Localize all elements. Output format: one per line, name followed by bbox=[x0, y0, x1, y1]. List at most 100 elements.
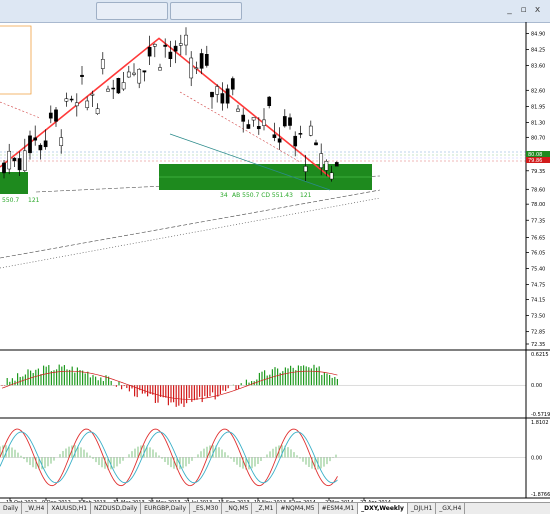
candle-body bbox=[319, 153, 324, 168]
window-tab-2[interactable] bbox=[170, 2, 242, 20]
price-tick-label: 77.35 bbox=[531, 218, 545, 224]
chart-tab[interactable]: #NQM4,M5 bbox=[277, 503, 319, 514]
price-tick-label: 81.95 bbox=[531, 104, 545, 110]
candle-body bbox=[210, 91, 214, 98]
price-tick-label: 81.30 bbox=[531, 121, 545, 127]
candle-body bbox=[43, 140, 48, 148]
candle-body bbox=[236, 108, 240, 112]
osc-tick-label: 0.00 bbox=[531, 455, 542, 461]
candle-body bbox=[163, 44, 168, 47]
candle-body bbox=[168, 51, 173, 60]
candle-body bbox=[288, 117, 292, 126]
candle-body bbox=[59, 137, 64, 146]
candle-body bbox=[48, 112, 53, 119]
chart-tab[interactable]: _Z,M1 bbox=[252, 503, 278, 514]
price-tick-label: 79.35 bbox=[531, 169, 545, 175]
close-button[interactable]: x bbox=[532, 5, 543, 15]
candle-body bbox=[178, 43, 183, 46]
candle-body bbox=[246, 124, 251, 129]
window-tab-1[interactable] bbox=[96, 2, 168, 20]
candle-body bbox=[152, 43, 157, 47]
candle-body bbox=[38, 144, 43, 151]
chart-tab[interactable]: EURGBP,Daily bbox=[141, 503, 190, 514]
trend-line-2 bbox=[0, 197, 381, 269]
zone-annotation: 550.7 bbox=[2, 197, 19, 204]
osc-tick-label: 1.8102 bbox=[531, 420, 549, 426]
candles bbox=[2, 27, 339, 182]
candle-body bbox=[189, 57, 194, 79]
candle-body bbox=[324, 161, 329, 171]
chart-tab[interactable]: #ESM4,M1 bbox=[319, 503, 359, 514]
zone-annotation: AB 550.7 CD 551.43 bbox=[232, 192, 293, 199]
fib-line-2 bbox=[179, 91, 301, 163]
chart-tab[interactable]: _GX,H4 bbox=[436, 503, 466, 514]
chart-tab[interactable]: _DJI,H1 bbox=[408, 503, 437, 514]
candle-body bbox=[2, 162, 6, 174]
price-tick-label: 83.60 bbox=[531, 64, 545, 70]
axes: 84.9084.2583.6082.6081.9581.3080.7080.00… bbox=[0, 22, 550, 502]
osc-tick-label: -1.8766 bbox=[531, 492, 550, 498]
minimize-button[interactable]: _ bbox=[504, 5, 515, 15]
candle-body bbox=[85, 100, 90, 108]
zone-annotation: 121 bbox=[300, 192, 312, 199]
candle-body bbox=[69, 98, 74, 101]
candle-body bbox=[230, 78, 235, 90]
candle-body bbox=[106, 88, 110, 92]
price-tick-label: 74.75 bbox=[531, 283, 545, 289]
price-chart: 550.7 121 34 AB 550.7 CD 551.43 121 bbox=[0, 25, 526, 269]
chart-tab[interactable]: _NQ,M5 bbox=[222, 503, 253, 514]
candle-body bbox=[225, 88, 230, 104]
price-tick-label: 80.70 bbox=[531, 135, 545, 141]
chart-tab[interactable]: _W,H4 bbox=[22, 503, 49, 514]
trend-line-1 bbox=[0, 189, 381, 259]
oscillator-panel bbox=[0, 428, 526, 487]
candle-body bbox=[267, 96, 272, 107]
price-tick-label: 84.90 bbox=[531, 31, 545, 37]
price-tick-label: 73.50 bbox=[531, 314, 545, 320]
price-tick-label: 82.60 bbox=[531, 88, 545, 94]
candle-body bbox=[142, 70, 147, 73]
candle-body bbox=[194, 67, 199, 70]
candle-body bbox=[74, 102, 79, 107]
candle-body bbox=[22, 150, 27, 171]
candle-body bbox=[329, 172, 334, 180]
chart-tab[interactable]: _ES,M30 bbox=[190, 503, 223, 514]
candle-body bbox=[314, 142, 318, 146]
chart-canvas[interactable]: 550.7 121 34 AB 550.7 CD 551.43 121 84.90 84.… bbox=[0, 22, 550, 502]
candle-body bbox=[33, 137, 38, 141]
price-tick-label: 76.65 bbox=[531, 236, 545, 242]
candle-body bbox=[303, 166, 308, 172]
restore-button[interactable]: ▫ bbox=[518, 5, 529, 15]
price-tick-label: 74.15 bbox=[531, 297, 545, 303]
candle-body bbox=[262, 119, 266, 126]
current-price-label-2: 79.86 bbox=[528, 158, 542, 164]
candle-body bbox=[251, 117, 256, 121]
candle-body bbox=[12, 157, 17, 162]
candle-body bbox=[80, 74, 84, 77]
price-tick-label: 78.00 bbox=[531, 202, 545, 208]
chart-tab[interactable]: NZDUSD,Daily bbox=[91, 503, 142, 514]
price-tick-label: 84.25 bbox=[531, 48, 545, 54]
candle-body bbox=[90, 93, 95, 96]
chart-tab[interactable]: XAUUSD,H1 bbox=[48, 503, 92, 514]
chart-tab[interactable]: _DXY,Weekly bbox=[358, 503, 408, 514]
candle-body bbox=[334, 162, 339, 167]
chart-tab[interactable]: Daily bbox=[0, 503, 23, 514]
candle-body bbox=[220, 93, 225, 104]
candle-body bbox=[272, 134, 277, 138]
macd-tick-label: 0.00 bbox=[531, 383, 542, 389]
macd-panel bbox=[0, 364, 526, 407]
candle-body bbox=[298, 133, 303, 135]
candle-body bbox=[64, 98, 69, 102]
candle-body bbox=[7, 150, 12, 170]
candle-body bbox=[111, 87, 116, 90]
candle-body bbox=[132, 72, 136, 75]
terminal-window: _ ▫ x 550.7 121 34 AB 550.7 CD 551.43 121 84… bbox=[0, 0, 550, 514]
macd-tick-label: 0.6215 bbox=[531, 352, 549, 358]
candle-body bbox=[95, 108, 100, 114]
candle-body bbox=[121, 82, 126, 90]
candle-body bbox=[256, 126, 261, 130]
zone-annotation: 121 bbox=[28, 197, 40, 204]
candle-body bbox=[199, 53, 204, 69]
candle-body bbox=[173, 45, 178, 52]
